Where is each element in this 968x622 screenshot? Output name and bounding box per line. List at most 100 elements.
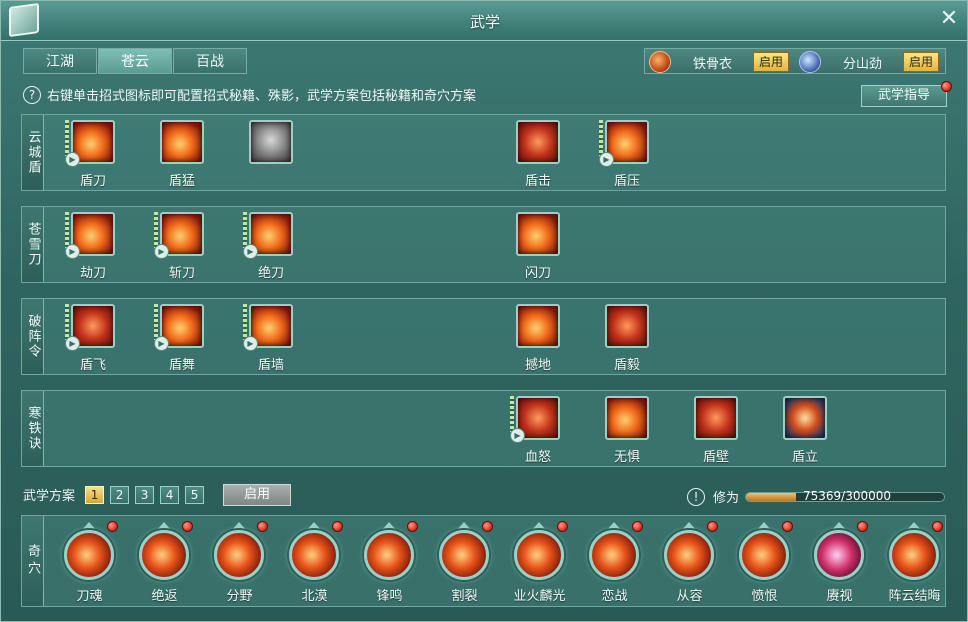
skill-dunbi[interactable]: 盾壁 (686, 396, 746, 465)
notification-dot (557, 521, 568, 532)
qixue-bei-mo[interactable]: 北漠 (277, 520, 352, 606)
skill-row-hantiejue: 寒铁诀 ▶ 血怒 无惧 盾壁 盾立 (21, 390, 946, 467)
plan-2[interactable]: 2 (110, 485, 130, 504)
skill-icon (783, 396, 827, 440)
row-label: 寒铁诀 (22, 391, 44, 466)
skill-locked[interactable] (241, 120, 301, 188)
qixue-geng-shi[interactable]: 赓视 (802, 520, 877, 606)
play-icon[interactable]: ▶ (65, 336, 80, 351)
qixue-dao-hun[interactable]: 刀魂 (52, 520, 127, 606)
skill-name: 绝刀 (257, 266, 284, 281)
skill-row-yunchengdun: 云城盾 ▶ 盾刀 盾猛 盾击 ▶ 盾压 (21, 114, 946, 191)
qixue-ye-huo-lin-guang[interactable]: 业火麟光 (502, 520, 577, 606)
qixue-fen-ye[interactable]: 分野 (202, 520, 277, 606)
combo-bar (65, 212, 69, 248)
skill-dunli[interactable]: 盾立 (775, 396, 835, 465)
skill-dunfei[interactable]: ▶ 盾飞 (63, 304, 123, 373)
notification-dot (407, 521, 418, 532)
combo-bar (65, 304, 69, 340)
plan-3[interactable]: 3 (135, 485, 155, 504)
tab-cangyun[interactable]: 苍云 (98, 48, 172, 74)
question-icon[interactable]: ? (23, 85, 41, 104)
qixue-jue-fan[interactable]: 绝返 (127, 520, 202, 606)
qixue-fen-hen[interactable]: 愤恨 (727, 520, 802, 606)
skill-name: 盾舞 (168, 358, 195, 373)
qixue-icon (439, 530, 489, 580)
qixue-name: 北漠 (301, 589, 328, 604)
skill-jiedao[interactable]: ▶ 劫刀 (63, 212, 123, 281)
selector-arrow-icon (82, 522, 96, 530)
skill-name: 盾墙 (257, 358, 284, 373)
play-icon[interactable]: ▶ (510, 428, 525, 443)
skill-name: 无惧 (613, 450, 640, 465)
qixue-cong-rong[interactable]: 从容 (652, 520, 727, 606)
stance-fenshan: 分山劲 启用 (799, 49, 939, 75)
qixue-feng-ming[interactable]: 锋鸣 (352, 520, 427, 606)
skill-row-pozhenling: 破阵令 ▶ 盾飞 ▶ 盾舞 ▶ 盾墙 撼地 盾毅 (21, 298, 946, 375)
combo-bar (154, 212, 158, 248)
skill-dunqiang[interactable]: ▶ 盾墙 (241, 304, 301, 373)
selector-arrow-icon (382, 522, 396, 530)
hint-row: ? 右键单击招式图标即可配置招式秘籍、殊影，武学方案包括秘籍和奇穴方案 (23, 85, 476, 104)
combo-bar (599, 120, 603, 156)
cultivation-label: 修为 (713, 491, 740, 506)
enable-tiegu-button[interactable]: 启用 (753, 52, 789, 72)
cultivation-value: 75369/300000 (803, 489, 892, 503)
tab-jianghu[interactable]: 江湖 (23, 48, 97, 74)
hint-text: 右键单击招式图标即可配置招式秘籍、殊影，武学方案包括秘籍和奇穴方案 (47, 89, 477, 104)
stance-label: 铁骨衣 (693, 56, 733, 72)
qixue-name: 刀魂 (76, 589, 103, 604)
selector-arrow-icon (232, 522, 246, 530)
info-icon[interactable]: ! (687, 487, 705, 506)
skill-dundao[interactable]: ▶ 盾刀 (63, 120, 123, 189)
plan-4[interactable]: 4 (160, 485, 180, 504)
selector-arrow-icon (532, 522, 546, 530)
skill-name: 盾立 (791, 450, 818, 465)
plan-5[interactable]: 5 (185, 485, 205, 504)
play-icon[interactable]: ▶ (65, 244, 80, 259)
combo-bar (154, 304, 158, 340)
skill-handi[interactable]: 撼地 (508, 304, 568, 373)
qixue-lian-zhan[interactable]: 恋战 (577, 520, 652, 606)
selector-arrow-icon (307, 522, 321, 530)
qixue-ge-lie[interactable]: 割裂 (427, 520, 502, 606)
play-icon[interactable]: ▶ (154, 244, 169, 259)
plan-1[interactable]: 1 (85, 485, 105, 504)
skill-name: 盾压 (613, 174, 640, 189)
qixue-name: 业火麟光 (513, 589, 566, 604)
skill-dunwu[interactable]: ▶ 盾舞 (152, 304, 212, 373)
skill-name: 劫刀 (79, 266, 106, 281)
skill-xuenu[interactable]: ▶ 血怒 (508, 396, 568, 465)
skill-zhandao[interactable]: ▶ 斩刀 (152, 212, 212, 281)
tab-baizhan[interactable]: 百战 (173, 48, 247, 74)
selector-arrow-icon (907, 522, 921, 530)
apply-plan-button[interactable]: 启用 (223, 484, 291, 506)
cultivation: ! 修为 75369/300000 (687, 487, 946, 506)
close-button[interactable]: ✕ (937, 7, 961, 31)
martial-guide-button[interactable]: 武学指导 (861, 85, 947, 107)
skill-name: 撼地 (524, 358, 551, 373)
skill-dunya[interactable]: ▶ 盾压 (597, 120, 657, 189)
play-icon[interactable]: ▶ (154, 336, 169, 351)
skill-wuju[interactable]: 无惧 (597, 396, 657, 465)
skill-dunmeng[interactable]: 盾猛 (152, 120, 212, 189)
enable-fenshan-button[interactable]: 启用 (903, 52, 939, 72)
notification-dot (932, 521, 943, 532)
skill-shandao[interactable]: 闪刀 (508, 212, 568, 281)
play-icon[interactable]: ▶ (243, 336, 258, 351)
play-icon[interactable]: ▶ (243, 244, 258, 259)
qixue-label: 奇穴 (22, 516, 44, 606)
qixue-zhen-yun-jie-hui[interactable]: 阵云结晦 (877, 520, 952, 606)
skill-icon (694, 396, 738, 440)
play-icon[interactable]: ▶ (65, 152, 80, 167)
combo-bar (243, 212, 247, 248)
skill-dunyi[interactable]: 盾毅 (597, 304, 657, 373)
stance-bar: 铁骨衣 启用 分山劲 启用 (644, 48, 946, 74)
notification-dot (107, 521, 118, 532)
skill-dunji[interactable]: 盾击 (508, 120, 568, 189)
selector-arrow-icon (682, 522, 696, 530)
play-icon[interactable]: ▶ (599, 152, 614, 167)
qixue-name: 割裂 (451, 589, 478, 604)
skill-icon (605, 304, 649, 348)
skill-juedao[interactable]: ▶ 绝刀 (241, 212, 301, 281)
